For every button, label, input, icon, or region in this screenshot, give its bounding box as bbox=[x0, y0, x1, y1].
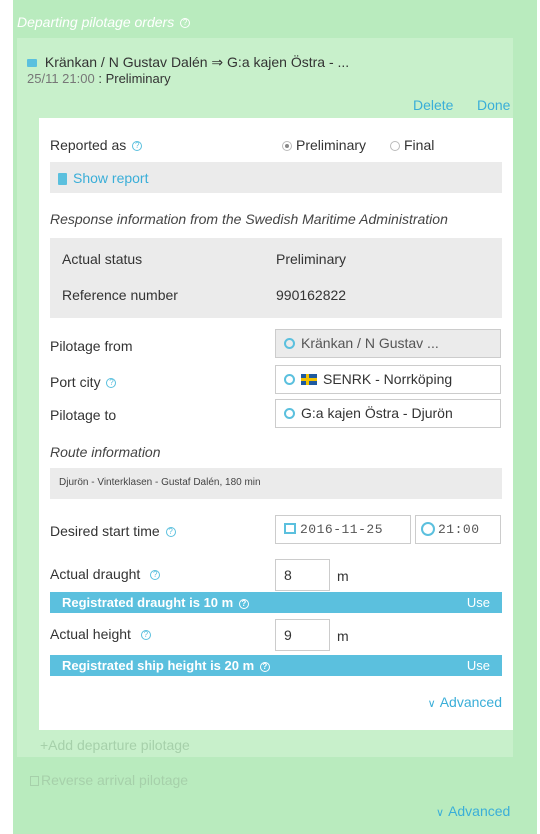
advanced-outer-link[interactable]: ∨ Advanced bbox=[436, 803, 510, 819]
reference-number-label: Reference number bbox=[62, 287, 178, 303]
search-icon bbox=[284, 407, 295, 419]
show-report-label: Show report bbox=[73, 170, 149, 186]
show-report-link[interactable]: Show report bbox=[58, 170, 148, 186]
reference-number-value: 990162822 bbox=[276, 287, 347, 303]
help-icon[interactable]: ? bbox=[165, 527, 176, 538]
start-time-field[interactable]: 21:00 bbox=[415, 515, 501, 544]
pilotage-from-field: Kränkan / N Gustav ... bbox=[275, 329, 501, 358]
actual-height-label: Actual height ? bbox=[50, 626, 151, 642]
draught-unit: m bbox=[337, 568, 349, 584]
route-info-value: Djurön - Vinterklasen - Gustaf Dalén, 18… bbox=[59, 477, 261, 488]
actual-draught-label: Actual draught ? bbox=[50, 566, 161, 582]
registered-draught-bar: Registrated draught is 10 m ? Use bbox=[50, 592, 502, 613]
port-city-value: SENRK - Norrköping bbox=[323, 371, 453, 387]
response-heading: Response information from the Swedish Ma… bbox=[50, 211, 448, 227]
calendar-icon bbox=[284, 523, 296, 535]
actual-draught-text: Actual draught bbox=[50, 566, 141, 582]
reverse-arrival-pilotage-link[interactable]: Reverse arrival pilotage bbox=[30, 772, 188, 788]
port-city-label: Port city ? bbox=[50, 374, 117, 390]
help-icon[interactable]: ? bbox=[140, 630, 151, 641]
radio-final[interactable]: Final bbox=[390, 137, 434, 153]
help-icon[interactable]: ? bbox=[259, 661, 270, 672]
pilotage-to-value: G:a kajen Östra - Djurön bbox=[301, 405, 453, 421]
search-icon bbox=[284, 337, 295, 349]
radio-unchecked-icon[interactable] bbox=[390, 141, 400, 152]
clock-icon bbox=[421, 521, 435, 536]
response-box bbox=[50, 238, 502, 318]
sweden-flag-icon bbox=[301, 373, 317, 385]
registered-draught-text: Registrated draught is 10 m ? bbox=[62, 592, 249, 613]
order-route: Kränkan / N Gustav Dalén ⇒ G:a kajen Öst… bbox=[44, 54, 350, 70]
start-date-value: 2016-11-25 bbox=[300, 522, 384, 537]
reported-as-label: Reported as ? bbox=[50, 137, 143, 153]
document-icon bbox=[58, 173, 67, 186]
start-time-value: 21:00 bbox=[438, 522, 480, 537]
route-info-heading: Route information bbox=[50, 444, 161, 460]
section-title: Departing pilotage orders ? bbox=[17, 14, 191, 30]
actual-height-input[interactable]: 9 bbox=[275, 619, 330, 651]
actual-status-value: Preliminary bbox=[276, 251, 347, 267]
copy-icon bbox=[30, 776, 39, 787]
actual-status-label: Actual status bbox=[62, 251, 143, 267]
section-title-text: Departing pilotage orders bbox=[17, 14, 175, 30]
radio-final-label: Final bbox=[404, 137, 435, 153]
start-date-field[interactable]: 2016-11-25 bbox=[275, 515, 411, 544]
pilotage-to-label: Pilotage to bbox=[50, 407, 117, 423]
registered-draught-label: Registrated draught is 10 m bbox=[62, 595, 234, 610]
order-subline: 25/11 21:00 : Preliminary bbox=[27, 71, 171, 86]
pilotage-from-value: Kränkan / N Gustav ... bbox=[301, 335, 439, 351]
port-city-text: Port city bbox=[50, 374, 101, 390]
add-departure-pilotage-link[interactable]: +Add departure pilotage bbox=[40, 737, 190, 753]
reverse-arrival-label: Reverse arrival pilotage bbox=[41, 772, 189, 788]
desired-start-time-text: Desired start time bbox=[50, 523, 160, 539]
order-summary[interactable]: Kränkan / N Gustav Dalén ⇒ G:a kajen Öst… bbox=[27, 54, 349, 71]
help-icon[interactable]: ? bbox=[238, 598, 249, 609]
pilotage-to-field[interactable]: G:a kajen Östra - Djurön bbox=[275, 399, 501, 428]
use-draught-button[interactable]: Use bbox=[467, 592, 490, 613]
advanced-inner-label: Advanced bbox=[439, 694, 502, 710]
reported-as-text: Reported as bbox=[50, 137, 127, 153]
help-icon[interactable]: ? bbox=[106, 378, 117, 389]
height-unit: m bbox=[337, 628, 349, 644]
order-date: 25/11 21:00 bbox=[27, 71, 95, 86]
help-icon[interactable]: ? bbox=[180, 18, 191, 29]
done-link[interactable]: Done bbox=[477, 97, 510, 113]
help-icon[interactable]: ? bbox=[150, 570, 161, 581]
delete-link[interactable]: Delete bbox=[413, 97, 453, 113]
desired-start-time-label: Desired start time ? bbox=[50, 523, 176, 539]
port-city-field[interactable]: SENRK - Norrköping bbox=[275, 365, 501, 394]
registered-height-label: Registrated ship height is 20 m bbox=[62, 658, 255, 673]
use-height-button[interactable]: Use bbox=[467, 655, 490, 676]
order-status: Preliminary bbox=[105, 71, 171, 86]
actual-height-text: Actual height bbox=[50, 626, 131, 642]
registered-height-bar: Registrated ship height is 20 m ? Use bbox=[50, 655, 502, 676]
help-icon[interactable]: ? bbox=[132, 141, 143, 152]
search-icon bbox=[284, 373, 295, 385]
pilotage-from-label: Pilotage from bbox=[50, 338, 133, 354]
radio-preliminary[interactable]: Preliminary bbox=[282, 137, 366, 153]
envelope-icon bbox=[27, 59, 37, 68]
chevron-down-icon: ∨ bbox=[436, 807, 445, 819]
order-form: Reported as ? Preliminary Final Show rep… bbox=[39, 118, 513, 730]
radio-checked-icon[interactable] bbox=[282, 141, 292, 152]
advanced-outer-label: Advanced bbox=[448, 803, 511, 819]
order-status-separator: : bbox=[94, 71, 106, 86]
actual-draught-input[interactable]: 8 bbox=[275, 559, 330, 591]
registered-height-text: Registrated ship height is 20 m ? bbox=[62, 655, 270, 676]
radio-preliminary-label: Preliminary bbox=[296, 137, 367, 153]
advanced-inner-link[interactable]: ∨ Advanced bbox=[428, 694, 502, 710]
chevron-down-icon: ∨ bbox=[427, 698, 436, 710]
